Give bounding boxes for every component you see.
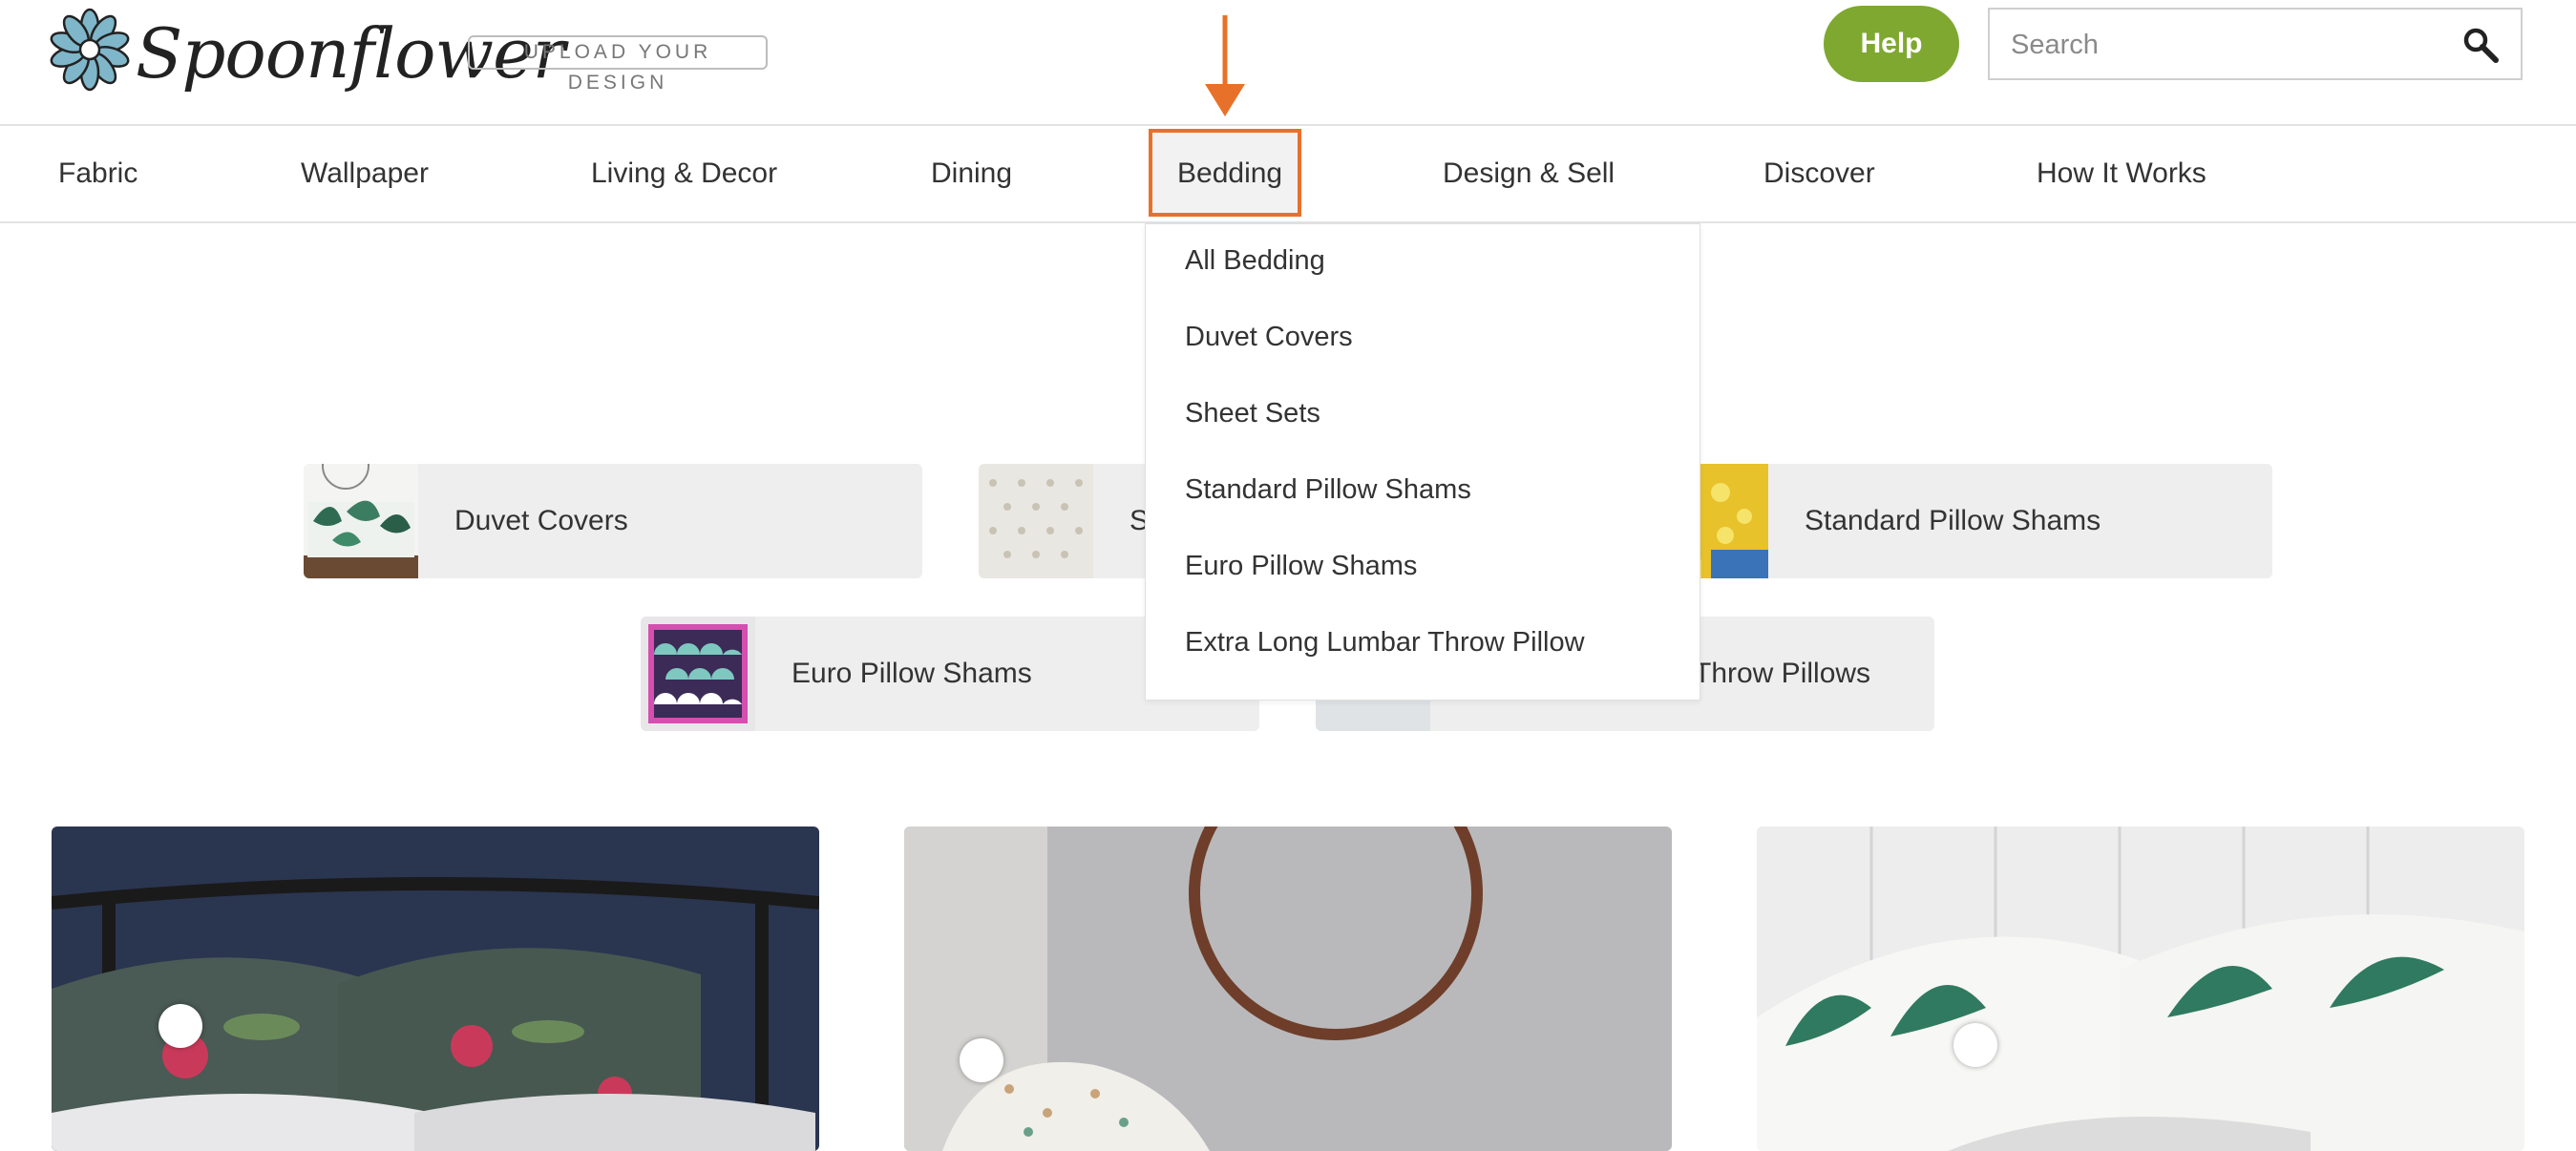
dropdown-item-sheet-sets[interactable]: Sheet Sets: [1185, 398, 1320, 429]
nav-item-design-sell[interactable]: Design & Sell: [1443, 126, 1615, 221]
category-tile-standard-pillow-shams[interactable]: Standard Pillow Shams: [1654, 464, 2272, 578]
main-nav: Fabric Wallpaper Living & Decor Dining B…: [0, 124, 2576, 223]
nav-item-dining[interactable]: Dining: [931, 126, 1012, 221]
lifestyle-photo-protea-bedding[interactable]: [52, 827, 819, 1151]
product-hotspot[interactable]: [960, 1038, 1003, 1082]
nav-item-how-it-works[interactable]: How It Works: [2037, 126, 2206, 221]
nav-item-bedding[interactable]: Bedding: [1177, 126, 1282, 221]
category-label: Throw Pillows: [1694, 658, 1871, 689]
category-label: Standard Pillow Shams: [1805, 505, 2101, 536]
flower-logo-icon[interactable]: [48, 8, 132, 92]
search-icon[interactable]: [2461, 26, 2500, 64]
category-label: Euro Pillow Shams: [792, 658, 1032, 689]
euro-sham-thumbnail: [641, 617, 755, 731]
nav-item-wallpaper[interactable]: Wallpaper: [301, 126, 429, 221]
dropdown-item-euro-pillow-shams[interactable]: Euro Pillow Shams: [1185, 551, 1417, 582]
lifestyle-photo-polka-bedding[interactable]: [904, 827, 1672, 1151]
product-hotspot[interactable]: [1953, 1023, 1997, 1067]
nav-item-discover[interactable]: Discover: [1763, 126, 1875, 221]
product-hotspot[interactable]: [158, 1004, 202, 1048]
search-input[interactable]: [2009, 10, 2452, 80]
help-button[interactable]: Help: [1824, 6, 1959, 82]
protea-bedding-image: [52, 827, 819, 1151]
category-tile-duvet-covers[interactable]: Duvet Covers: [304, 464, 922, 578]
arrow-down-icon: [1205, 15, 1245, 116]
search-box: [1988, 8, 2523, 80]
dropdown-item-duvet-covers[interactable]: Duvet Covers: [1185, 322, 1353, 353]
palm-bedding-image: [1757, 827, 2524, 1151]
nav-item-living-decor[interactable]: Living & Decor: [591, 126, 777, 221]
dropdown-item-standard-pillow-shams[interactable]: Standard Pillow Shams: [1185, 474, 1471, 506]
sheet-set-thumbnail: [979, 464, 1093, 578]
upload-design-button[interactable]: UPLOAD YOUR DESIGN: [468, 35, 768, 94]
polka-bedding-image: [904, 827, 1672, 1151]
category-label: Duvet Covers: [454, 505, 628, 536]
nav-item-fabric[interactable]: Fabric: [58, 126, 137, 221]
bedding-dropdown-menu: All Bedding Duvet Covers Sheet Sets Stan…: [1145, 223, 1700, 701]
dropdown-item-extra-long-lumbar-throw-pillow[interactable]: Extra Long Lumbar Throw Pillow: [1185, 627, 1585, 659]
lifestyle-photo-palm-bedding[interactable]: [1757, 827, 2524, 1151]
dropdown-item-all-bedding[interactable]: All Bedding: [1185, 245, 1325, 277]
duvet-cover-thumbnail: [304, 464, 418, 578]
